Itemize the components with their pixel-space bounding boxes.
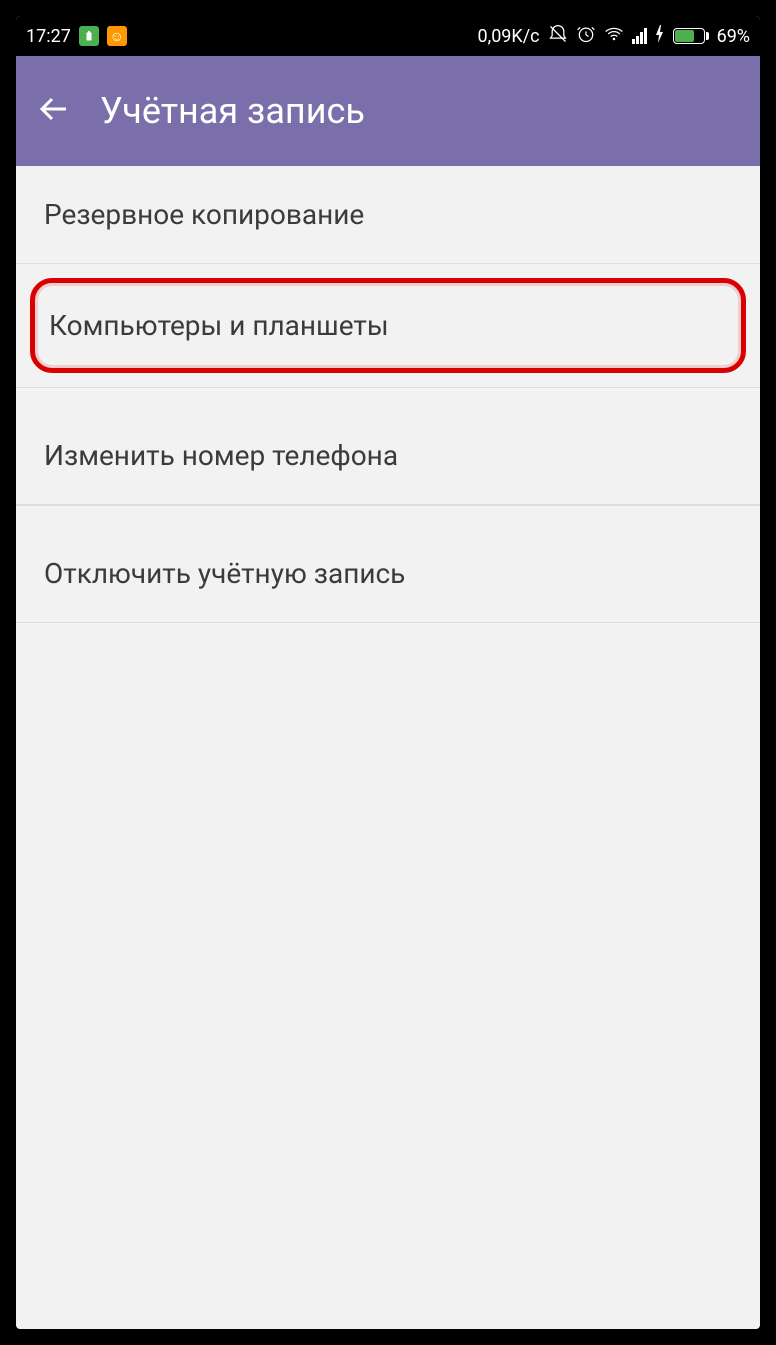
status-bar-left: 17:27 ☺ [26,26,127,47]
menu-item-change-phone[interactable]: Изменить номер телефона [16,407,760,505]
battery-icon [673,28,709,44]
battery-app-icon [79,26,99,46]
menu-item-label: Резервное копирование [44,198,364,231]
phone-frame: 17:27 ☺ 0,09K/c [0,0,776,1345]
network-speed: 0,09K/c [478,26,540,47]
section-divider [16,387,760,407]
menu-item-label: Отключить учётную запись [44,557,405,590]
section-divider [16,505,760,525]
app-notification-icon: ☺ [107,26,127,46]
wifi-icon [604,24,624,49]
battery-percent: 69% [717,26,750,47]
back-button[interactable] [36,91,72,131]
content-area: Резервное копирование Компьютеры и планш… [16,166,760,623]
page-title: Учётная запись [100,90,365,132]
status-time: 17:27 [26,26,71,47]
menu-item-label: Компьютеры и планшеты [49,309,389,342]
status-bar-right: 0,09K/c 69% [478,24,750,49]
alarm-icon [576,24,596,49]
status-bar: 17:27 ☺ 0,09K/c [16,16,760,56]
dnd-icon [548,24,568,49]
cellular-signal-icon [632,28,647,44]
arrow-back-icon [36,91,72,127]
menu-item-backup[interactable]: Резервное копирование [16,166,760,264]
app-header: Учётная запись [16,56,760,166]
menu-item-label: Изменить номер телефона [44,439,398,472]
charging-icon [655,25,665,48]
menu-item-computers-tablets[interactable]: Компьютеры и планшеты [30,278,746,373]
menu-item-disable-account[interactable]: Отключить учётную запись [16,525,760,623]
